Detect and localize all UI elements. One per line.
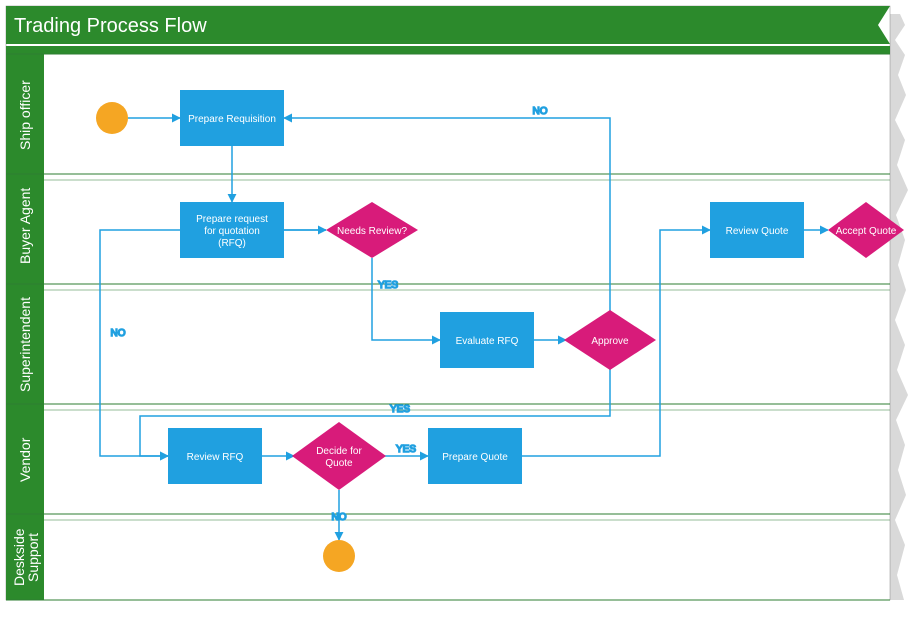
lane-label-ship-officer: Ship officer xyxy=(17,80,33,150)
node-prepare-rfq: Prepare request for quotation (RFQ) xyxy=(180,202,284,258)
lane-label-deskside-2: Support xyxy=(25,533,41,582)
svg-text:(RFQ): (RFQ) xyxy=(218,238,246,249)
svg-text:Decide for: Decide for xyxy=(316,446,362,457)
start-node xyxy=(96,102,128,134)
svg-text:Accept Quote: Accept Quote xyxy=(836,226,897,237)
svg-text:Approve: Approve xyxy=(591,336,629,347)
lane-label-buyer-agent: Buyer Agent xyxy=(17,188,33,264)
node-prepare-quote: Prepare Quote xyxy=(428,428,522,484)
svg-text:Quote: Quote xyxy=(325,458,353,469)
svg-text:Prepare request: Prepare request xyxy=(196,214,268,225)
node-review-rfq: Review RFQ xyxy=(168,428,262,484)
end-node xyxy=(323,540,355,572)
svg-text:Review RFQ: Review RFQ xyxy=(187,452,244,463)
swimlane-diagram: Trading Process Flow Ship officer Buyer … xyxy=(0,0,913,620)
svg-text:for quotation: for quotation xyxy=(204,226,260,237)
edge-label-no: NO xyxy=(111,328,126,339)
edge-label-no: NO xyxy=(332,512,347,523)
svg-text:Needs Review?: Needs Review? xyxy=(337,226,407,237)
node-prepare-requisition: Prepare Requisition xyxy=(180,90,284,146)
edge-label-yes: YES xyxy=(396,444,416,455)
lane-label-vendor: Vendor xyxy=(17,437,33,482)
edge-label-yes: YES xyxy=(378,280,398,291)
title-bar: Trading Process Flow xyxy=(6,6,890,54)
diagram-title: Trading Process Flow xyxy=(14,15,207,37)
canvas xyxy=(6,6,890,600)
lane-label-superintendent: Superintendent xyxy=(17,297,33,392)
svg-text:Prepare Quote: Prepare Quote xyxy=(442,452,508,463)
svg-text:Review Quote: Review Quote xyxy=(726,226,789,237)
svg-text:Evaluate RFQ: Evaluate RFQ xyxy=(456,336,519,347)
edge-label-yes: YES xyxy=(390,404,410,415)
svg-text:Prepare Requisition: Prepare Requisition xyxy=(188,114,276,125)
edge-label-no: NO xyxy=(533,106,548,117)
node-review-quote: Review Quote xyxy=(710,202,804,258)
node-evaluate-rfq: Evaluate RFQ xyxy=(440,312,534,368)
